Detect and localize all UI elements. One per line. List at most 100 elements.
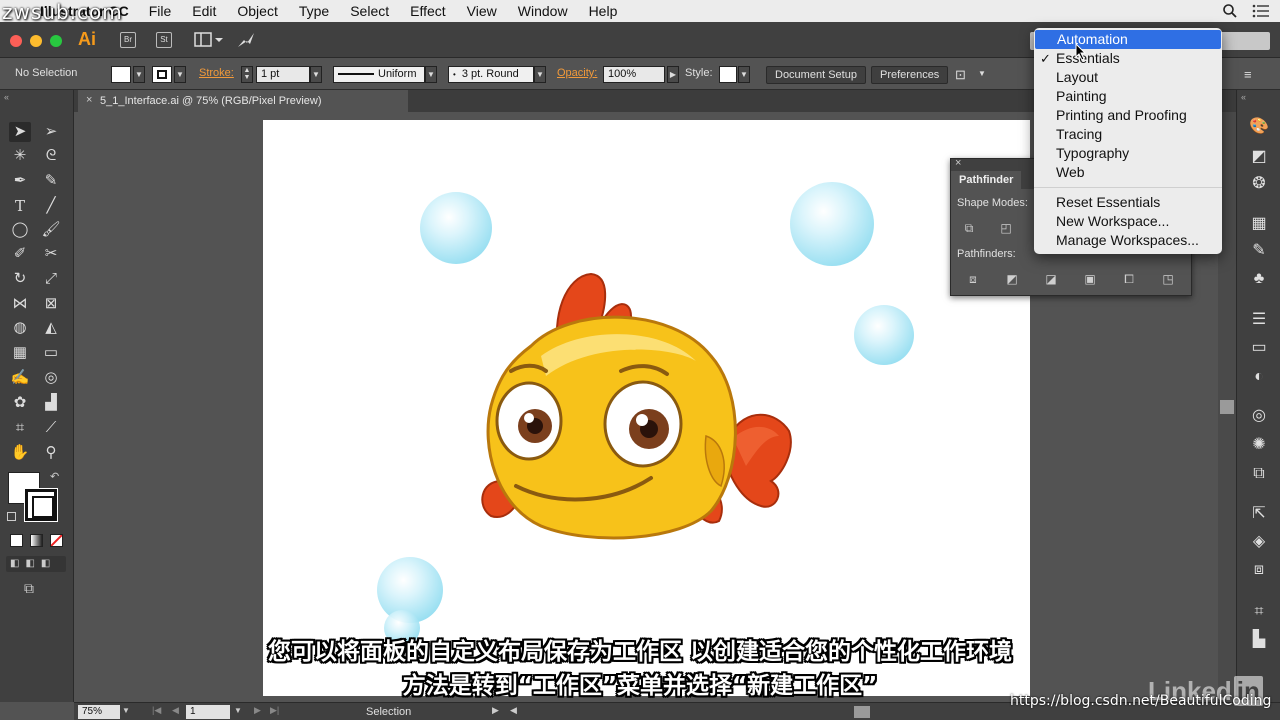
stroke-profile-dropdown-icon[interactable]: ▼ — [425, 66, 437, 83]
workspace-item-web[interactable]: Web — [1034, 163, 1222, 182]
layers-icon[interactable]: ◈ — [1249, 532, 1269, 552]
direct-selection-tool-icon[interactable]: ➢ — [40, 122, 62, 142]
live-paint-bucket-tool-icon[interactable]: ◭ — [40, 318, 62, 338]
zoom-dropdown-icon[interactable]: ▼ — [122, 706, 130, 715]
gpu-performance-icon[interactable] — [236, 31, 256, 52]
brush-definition-field[interactable]: • 3 pt. Round — [448, 66, 534, 83]
close-window-button[interactable] — [10, 35, 22, 47]
drawing-modes-icon[interactable]: ◧◧◧ — [6, 556, 66, 572]
new-workspace-item[interactable]: New Workspace... — [1034, 212, 1222, 231]
pen-tool-icon[interactable]: ✒ — [9, 171, 31, 191]
close-panel-icon[interactable]: × — [955, 157, 961, 169]
export-icon[interactable]: ⇱ — [1249, 504, 1269, 524]
gradient-tool-icon[interactable]: ▭ — [40, 343, 62, 363]
swap-fill-stroke-icon[interactable]: ↶ — [50, 470, 59, 483]
color-mode-icon[interactable] — [10, 534, 23, 547]
rotate-tool-icon[interactable]: ↻ — [9, 269, 31, 289]
last-artboard-icon[interactable]: ▶| — [270, 705, 279, 716]
close-document-icon[interactable]: × — [86, 94, 92, 106]
magic-wand-tool-icon[interactable]: ✳ — [9, 146, 31, 166]
minus-back-icon[interactable]: ◳ — [1159, 270, 1177, 288]
brush-dropdown-icon[interactable]: ▼ — [534, 66, 546, 83]
scrollbar-thumb[interactable] — [1220, 400, 1234, 414]
artboard-dropdown-icon[interactable]: ▼ — [234, 706, 242, 715]
reset-essentials-item[interactable]: Reset Essentials — [1034, 193, 1222, 212]
minimize-window-button[interactable] — [30, 35, 42, 47]
collapse-tools-icon[interactable]: « — [4, 92, 9, 102]
panel-menu-icon[interactable]: ≡ — [1244, 67, 1252, 82]
opacity-label[interactable]: Opacity: — [557, 67, 597, 79]
preferences-button[interactable]: Preferences — [871, 66, 949, 84]
horizontal-scrollbar-thumb[interactable] — [854, 706, 870, 718]
artboard-tool-icon[interactable]: ⌗ — [9, 418, 31, 438]
free-transform-tool-icon[interactable]: ⊠ — [40, 294, 62, 314]
document-setup-button[interactable]: Document Setup — [766, 66, 866, 84]
bubble-illustration[interactable] — [854, 305, 914, 365]
workspace-item-typography[interactable]: Typography — [1034, 144, 1222, 163]
column-graph-tool-icon[interactable]: ▟ — [40, 393, 62, 413]
workspace-item-essentials[interactable]: ✓ Essentials — [1034, 49, 1222, 68]
manage-workspaces-item[interactable]: Manage Workspaces... — [1034, 231, 1222, 250]
lasso-tool-icon[interactable]: ᘓ — [40, 146, 62, 166]
menu-effect[interactable]: Effect — [410, 3, 446, 19]
graphic-style-swatch[interactable] — [719, 66, 737, 83]
crop-icon[interactable]: ▣ — [1081, 270, 1099, 288]
zoom-tool-icon[interactable]: ⚲ — [40, 443, 62, 463]
stroke-color-swatch[interactable] — [152, 66, 172, 83]
expand-panels-icon[interactable]: « — [1241, 92, 1246, 102]
curvature-tool-icon[interactable]: ✎ — [40, 171, 62, 191]
notification-center-icon[interactable] — [1252, 4, 1270, 18]
previous-artboard-icon[interactable]: ◀ — [172, 705, 179, 716]
graphic-styles-icon[interactable]: ✺ — [1249, 435, 1269, 455]
arrange-icon[interactable]: ⊡ — [955, 67, 966, 83]
arrange-dropdown-icon[interactable]: ▼ — [978, 69, 986, 78]
unite-icon[interactable]: ⧉ — [960, 219, 978, 237]
fill-color-swatch[interactable] — [111, 66, 131, 83]
bubble-illustration[interactable] — [420, 192, 492, 264]
menu-type[interactable]: Type — [299, 3, 329, 19]
color-guide-icon[interactable]: ◩ — [1249, 147, 1269, 167]
ellipse-tool-icon[interactable]: ◯ — [9, 220, 31, 240]
mesh-tool-icon[interactable]: ▦ — [9, 343, 31, 363]
workspace-item-tracing[interactable]: Tracing — [1034, 125, 1222, 144]
merge-icon[interactable]: ◪ — [1042, 270, 1060, 288]
bubble-illustration[interactable] — [790, 182, 874, 266]
stroke-weight-field[interactable]: 1 pt — [256, 66, 310, 83]
stroke-dropdown-arrow-icon[interactable]: ▼ — [174, 66, 186, 83]
screen-mode-icon[interactable]: ⧉ — [24, 580, 34, 597]
workspace-item-printing-and-proofing[interactable]: Printing and Proofing — [1034, 106, 1222, 125]
shape-builder-tool-icon[interactable]: ◍ — [9, 318, 31, 338]
eyedropper-tool-icon[interactable]: ✍ — [9, 368, 31, 388]
stroke-label[interactable]: Stroke: — [199, 67, 234, 79]
artboard[interactable] — [263, 120, 1030, 696]
stroke-weight-dropdown-icon[interactable]: ▼ — [310, 66, 322, 83]
menu-view[interactable]: View — [467, 3, 497, 19]
artboards-icon[interactable]: ⧈ — [1249, 560, 1269, 580]
zoom-window-button[interactable] — [50, 35, 62, 47]
opacity-field[interactable]: 100% — [603, 66, 665, 83]
outline-icon[interactable]: ⧠ — [1120, 270, 1138, 288]
stock-button[interactable]: St — [156, 32, 172, 48]
symbols-icon[interactable]: ♣ — [1249, 269, 1269, 289]
paintbrush-tool-icon[interactable]: 🖌 — [40, 220, 62, 240]
divide-icon[interactable]: ⧈ — [964, 270, 982, 288]
menu-window[interactable]: Window — [518, 3, 568, 19]
menu-select[interactable]: Select — [350, 3, 389, 19]
minus-front-icon[interactable]: ◰ — [997, 219, 1015, 237]
none-mode-icon[interactable] — [50, 534, 63, 547]
line-segment-tool-icon[interactable]: ╱ — [40, 196, 62, 216]
bridge-button[interactable]: Br — [120, 32, 136, 48]
pathfinder-tab[interactable]: Pathfinder — [951, 171, 1022, 189]
transparency-panel-icon[interactable]: ◐ — [1249, 367, 1269, 387]
workspace-item-automation[interactable]: Automation — [1035, 30, 1221, 49]
arrange-documents-icon[interactable] — [194, 31, 224, 52]
next-artboard-icon[interactable]: ▶ — [254, 705, 261, 716]
shaper-tool-icon[interactable]: ✐ — [9, 244, 31, 264]
menu-object[interactable]: Object — [237, 3, 277, 19]
zoom-level-field[interactable]: 75% — [78, 705, 120, 719]
selection-tool-icon[interactable]: ➤ — [9, 122, 31, 142]
default-fill-stroke-icon[interactable] — [7, 512, 16, 521]
spotlight-search-icon[interactable] — [1222, 3, 1238, 19]
workspace-item-layout[interactable]: Layout — [1034, 68, 1222, 87]
stroke-swatch[interactable] — [24, 488, 58, 522]
